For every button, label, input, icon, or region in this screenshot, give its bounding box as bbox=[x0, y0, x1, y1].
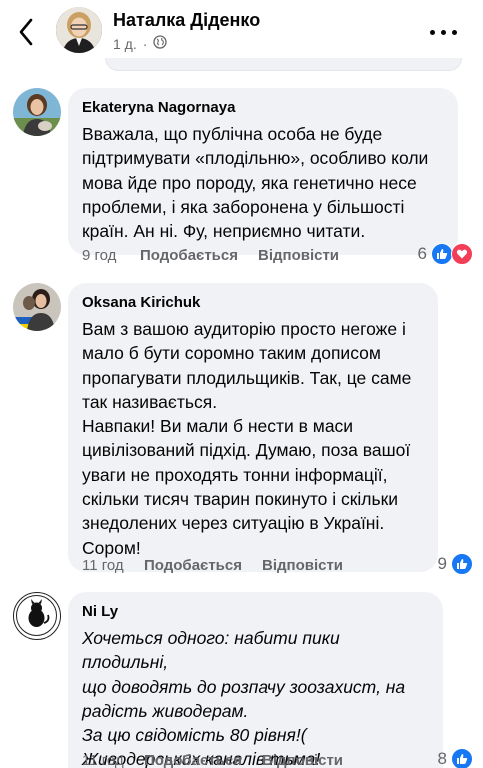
comment-bubble: Ekateryna Nagornaya Вважала, що публічна… bbox=[68, 88, 458, 256]
comment-author[interactable]: Oksana Kirichuk bbox=[82, 294, 424, 312]
comment-text: Вам з вашою аудиторію просто негоже і ма… bbox=[82, 319, 412, 558]
like-icon bbox=[431, 243, 453, 265]
author-name[interactable]: Наталка Діденко bbox=[113, 10, 260, 31]
comment-actions: 11 год Подобається Відповісти bbox=[82, 752, 343, 768]
comment-time[interactable]: 11 год bbox=[82, 752, 144, 768]
like-button[interactable]: Подобається bbox=[144, 557, 242, 574]
post-meta: 1 д. · bbox=[113, 35, 168, 52]
like-button[interactable]: Подобається bbox=[140, 247, 238, 264]
comment-time[interactable]: 11 год bbox=[82, 557, 144, 574]
comment-actions: 9 год Подобається Відповісти bbox=[82, 247, 339, 264]
comment-actions: 11 год Подобається Відповісти bbox=[82, 557, 343, 574]
reaction-count: 9 bbox=[437, 554, 447, 573]
commenter-avatar[interactable] bbox=[13, 592, 61, 640]
love-icon bbox=[451, 243, 473, 265]
commenter-avatar[interactable] bbox=[13, 88, 61, 136]
reaction-summary[interactable]: 6 bbox=[418, 243, 473, 265]
reply-button[interactable]: Відповісти bbox=[262, 752, 343, 768]
previous-comment-edge bbox=[105, 58, 462, 71]
more-options-icon[interactable] bbox=[418, 22, 468, 42]
reaction-count: 6 bbox=[417, 244, 427, 263]
like-button[interactable]: Подобається bbox=[144, 752, 242, 768]
reaction-count: 8 bbox=[437, 749, 447, 768]
comment-bubble: Ni Ly Хочеться одного: набити пики плоди… bbox=[68, 592, 443, 768]
comment-text: Хочеться одного: набити пики плодильні, … bbox=[82, 628, 406, 768]
author-avatar[interactable] bbox=[56, 7, 102, 53]
comment-time[interactable]: 9 год bbox=[82, 247, 140, 264]
post-header: Наталка Діденко 1 д. · bbox=[0, 0, 483, 71]
comments-page: Наталка Діденко 1 д. · Ekateryna Nagorna… bbox=[0, 0, 483, 768]
comment-author[interactable]: Ni Ly bbox=[82, 603, 429, 621]
reaction-summary[interactable]: 8 bbox=[438, 748, 473, 768]
reply-button[interactable]: Відповісти bbox=[262, 557, 343, 574]
comment-author[interactable]: Ekateryna Nagornaya bbox=[82, 99, 444, 117]
reaction-summary[interactable]: 9 bbox=[438, 553, 473, 575]
back-arrow-icon[interactable] bbox=[12, 16, 40, 48]
like-icon bbox=[451, 748, 473, 768]
comment-bubble: Oksana Kirichuk Вам з вашою аудиторію пр… bbox=[68, 283, 438, 572]
globe-icon bbox=[153, 35, 168, 52]
comment-text: Вважала, що публічна особа не буде підтр… bbox=[82, 124, 429, 242]
reply-button[interactable]: Відповісти bbox=[258, 247, 339, 264]
like-icon bbox=[451, 553, 473, 575]
meta-separator: · bbox=[142, 35, 148, 52]
commenter-avatar[interactable] bbox=[13, 283, 61, 331]
post-time[interactable]: 1 д. bbox=[113, 36, 137, 52]
